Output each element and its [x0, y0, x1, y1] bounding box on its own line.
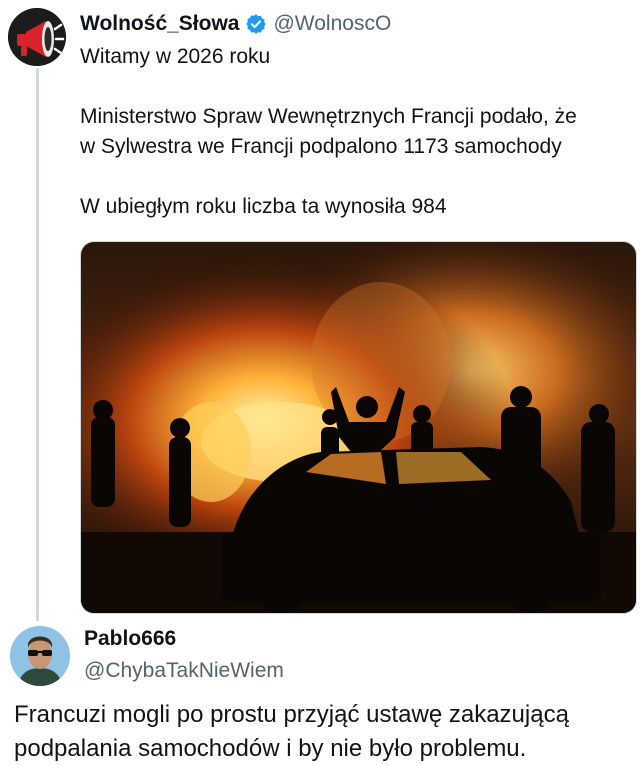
tweet-text: Witamy w 2026 roku Ministerstwo Spraw We…: [80, 42, 630, 222]
author-avatar[interactable]: [8, 8, 66, 66]
verified-badge-icon: [246, 14, 267, 34]
author-handle[interactable]: @WolnoscO: [273, 12, 391, 36]
reply-author-avatar[interactable]: [10, 626, 70, 686]
reply-text-line: Francuzi mogli po prostu przyjąć ustawę …: [14, 701, 569, 728]
thread-connector-line: [36, 68, 39, 621]
tweet-text-line: Ministerstwo Spraw Wewnętrznych Francji …: [80, 105, 577, 128]
reply-text-line: podpalania samochodów i by nie było prob…: [14, 735, 527, 762]
tweet-text-line: Witamy w 2026 roku: [80, 45, 271, 68]
user-with-sunglasses-avatar: [10, 626, 70, 686]
tweet-text-line: W ubiegłym roku liczba ta wynosiła 984: [80, 195, 447, 218]
tweet-text-line: w Sylwestra we Francji podpalono 1173 sa…: [80, 135, 562, 158]
tweet-header: Wolność_Słowa @WolnoscO: [80, 10, 391, 38]
reply-text: Francuzi mogli po prostu przyjąć ustawę …: [14, 698, 634, 766]
megaphone-icon: [8, 8, 66, 66]
author-name[interactable]: Wolność_Słowa: [80, 12, 239, 36]
tweet-media-image[interactable]: [80, 241, 637, 614]
reply-author-name[interactable]: Pablo666: [84, 627, 176, 651]
burning-car-photo: [81, 242, 636, 613]
reply-author-handle[interactable]: @ChybaTakNieWiem: [84, 659, 284, 683]
